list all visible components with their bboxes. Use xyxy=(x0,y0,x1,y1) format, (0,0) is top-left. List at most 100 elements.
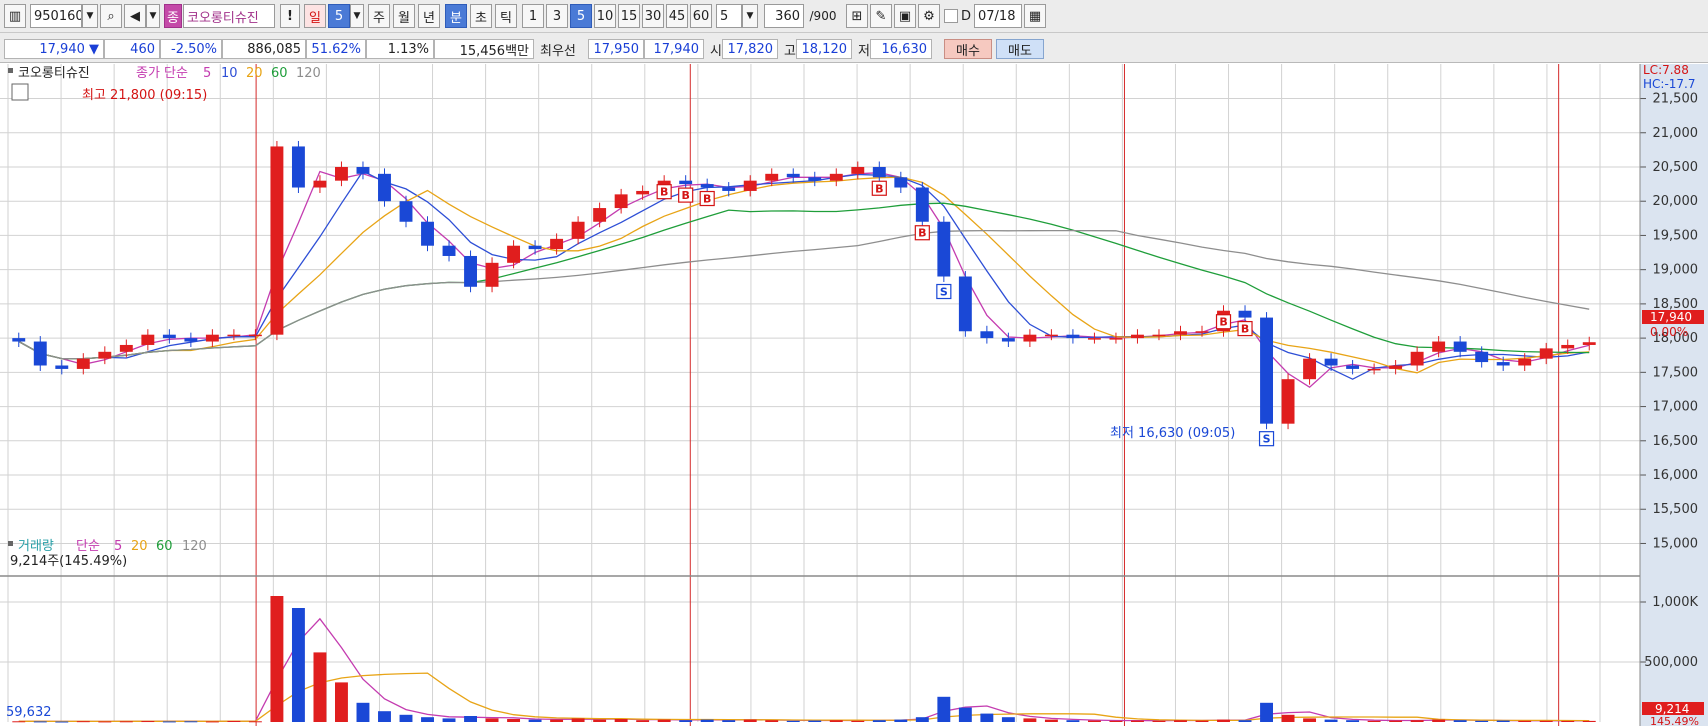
sound-dropdown-icon[interactable]: ▼ xyxy=(146,4,160,28)
stock-type-badge: 종 xyxy=(164,4,182,28)
candle-body xyxy=(1367,368,1381,371)
volume-bar xyxy=(1346,720,1360,722)
candle-body xyxy=(356,166,370,174)
volume-bar xyxy=(786,720,800,722)
candle-body xyxy=(915,187,929,222)
volume-bar xyxy=(248,721,262,723)
candle-body xyxy=(1174,331,1187,335)
candle-body xyxy=(464,255,477,287)
candle-body xyxy=(1303,358,1317,380)
volume-bar xyxy=(1582,720,1596,722)
period-year-button[interactable]: 년 xyxy=(418,4,440,28)
date-input[interactable]: 07/18 xyxy=(974,4,1022,28)
volume-tick-label: 1,000K xyxy=(1652,595,1698,610)
volume-legend-toggle-icon[interactable] xyxy=(8,541,13,546)
volume-bar xyxy=(1044,719,1058,722)
candle-body xyxy=(1281,379,1295,424)
sound-icon[interactable]: ◀ xyxy=(124,4,146,28)
draw-tool-icon[interactable]: ✎ xyxy=(870,4,892,28)
candle-body xyxy=(270,146,284,335)
buy-marker: B xyxy=(703,193,711,206)
last-price-label: 17,940 xyxy=(1650,310,1692,324)
candle-body xyxy=(1131,334,1144,339)
candle-body xyxy=(1410,351,1424,366)
minute-60-button[interactable]: 60 xyxy=(690,4,712,28)
candle-body xyxy=(571,221,585,239)
candle-body xyxy=(1496,362,1510,366)
candle-body xyxy=(1539,348,1553,359)
volume-bar xyxy=(356,702,370,722)
volume-tick-label: 500,000 xyxy=(1644,655,1698,670)
d-checkbox-label: D xyxy=(960,8,971,24)
candle-body xyxy=(700,184,714,188)
minute-10-button[interactable]: 10 xyxy=(594,4,616,28)
volume-ratio: 51.62% xyxy=(306,39,366,59)
grid-table-icon[interactable] xyxy=(11,83,29,101)
alert-button[interactable]: ! xyxy=(280,4,300,28)
day-count-dropdown-icon[interactable]: ▼ xyxy=(350,4,364,28)
minute-3-button[interactable]: 3 xyxy=(546,4,568,28)
candle-body xyxy=(829,173,843,181)
volume-bar xyxy=(1260,702,1273,722)
candle-body xyxy=(614,194,628,209)
volume-bar xyxy=(227,720,241,722)
minute-30-button[interactable]: 30 xyxy=(642,4,664,28)
minute-5-button[interactable]: 5 xyxy=(570,4,592,28)
search-icon[interactable]: ⌕ xyxy=(100,4,122,28)
period-minute-button[interactable]: 분 xyxy=(445,4,467,28)
day-count-field[interactable]: 5 xyxy=(328,4,350,28)
period-second-button[interactable]: 초 xyxy=(470,4,492,28)
bar-count-field[interactable]: 360 xyxy=(764,4,804,28)
minute-45-button[interactable]: 45 xyxy=(666,4,688,28)
d-checkbox[interactable] xyxy=(944,9,958,23)
volume-bar xyxy=(33,721,47,723)
save-icon[interactable]: ▣ xyxy=(894,4,916,28)
volume-bar xyxy=(937,696,951,722)
bar-total-label: /900 xyxy=(809,9,837,23)
best-quote-label: 최우선 xyxy=(540,43,576,59)
open-price: 17,820 xyxy=(722,39,778,59)
volume-bar xyxy=(1195,720,1209,722)
price-change: 460 xyxy=(104,39,160,59)
change-percent: -2.50% xyxy=(160,39,222,59)
period-tick-button[interactable]: 틱 xyxy=(495,4,517,28)
minute-1-button[interactable]: 1 xyxy=(522,4,544,28)
candle-body xyxy=(1432,341,1446,352)
stock-code-input[interactable]: 950160 xyxy=(30,4,82,28)
candle-body xyxy=(980,331,994,339)
interval-count-field[interactable]: 5 xyxy=(716,4,742,28)
candle-body xyxy=(1087,338,1101,340)
candle-body xyxy=(722,187,736,191)
candle-body xyxy=(313,180,327,188)
stock-chart[interactable]: 21,50021,00020,50020,00019,50019,00018,5… xyxy=(0,64,1708,726)
candle-body xyxy=(119,344,133,352)
high-annotation: 최고 21,800 (09:15) xyxy=(82,88,207,103)
best-ask: 17,950 xyxy=(588,39,644,59)
volume-bar xyxy=(980,713,994,722)
chart-type-icon[interactable]: ⊞ xyxy=(846,4,868,28)
candle-body xyxy=(421,221,434,246)
legend-toggle-icon[interactable] xyxy=(8,68,13,73)
period-month-button[interactable]: 월 xyxy=(393,4,415,28)
calendar-icon[interactable]: ▦ xyxy=(1024,4,1046,28)
legend-ma10: 10 xyxy=(221,66,238,81)
minute-15-button[interactable]: 15 xyxy=(618,4,640,28)
period-week-button[interactable]: 주 xyxy=(368,4,390,28)
trade-volume: 886,085 xyxy=(222,39,306,59)
volume-bar xyxy=(205,721,219,723)
screen-menu-icon[interactable]: ▥ xyxy=(4,4,26,28)
sell-button[interactable]: 매도 xyxy=(996,39,1044,59)
interval-dropdown-icon[interactable]: ▼ xyxy=(742,4,758,28)
period-day-button[interactable]: 일 xyxy=(304,4,326,28)
buy-marker: B xyxy=(681,189,689,202)
volume-bar xyxy=(1453,720,1467,722)
stock-name-field[interactable]: 코오롱티슈진 xyxy=(183,4,275,28)
current-price: 17,940 ▼ xyxy=(4,39,104,59)
code-dropdown-icon[interactable]: ▼ xyxy=(82,4,98,28)
candle-body xyxy=(743,180,757,191)
buy-button[interactable]: 매수 xyxy=(944,39,992,59)
volume-bar xyxy=(550,719,564,722)
buy-marker: B xyxy=(875,182,883,195)
settings-gear-icon[interactable]: ⚙ xyxy=(918,4,940,28)
last-volume-label: 9,214 xyxy=(1655,702,1689,716)
